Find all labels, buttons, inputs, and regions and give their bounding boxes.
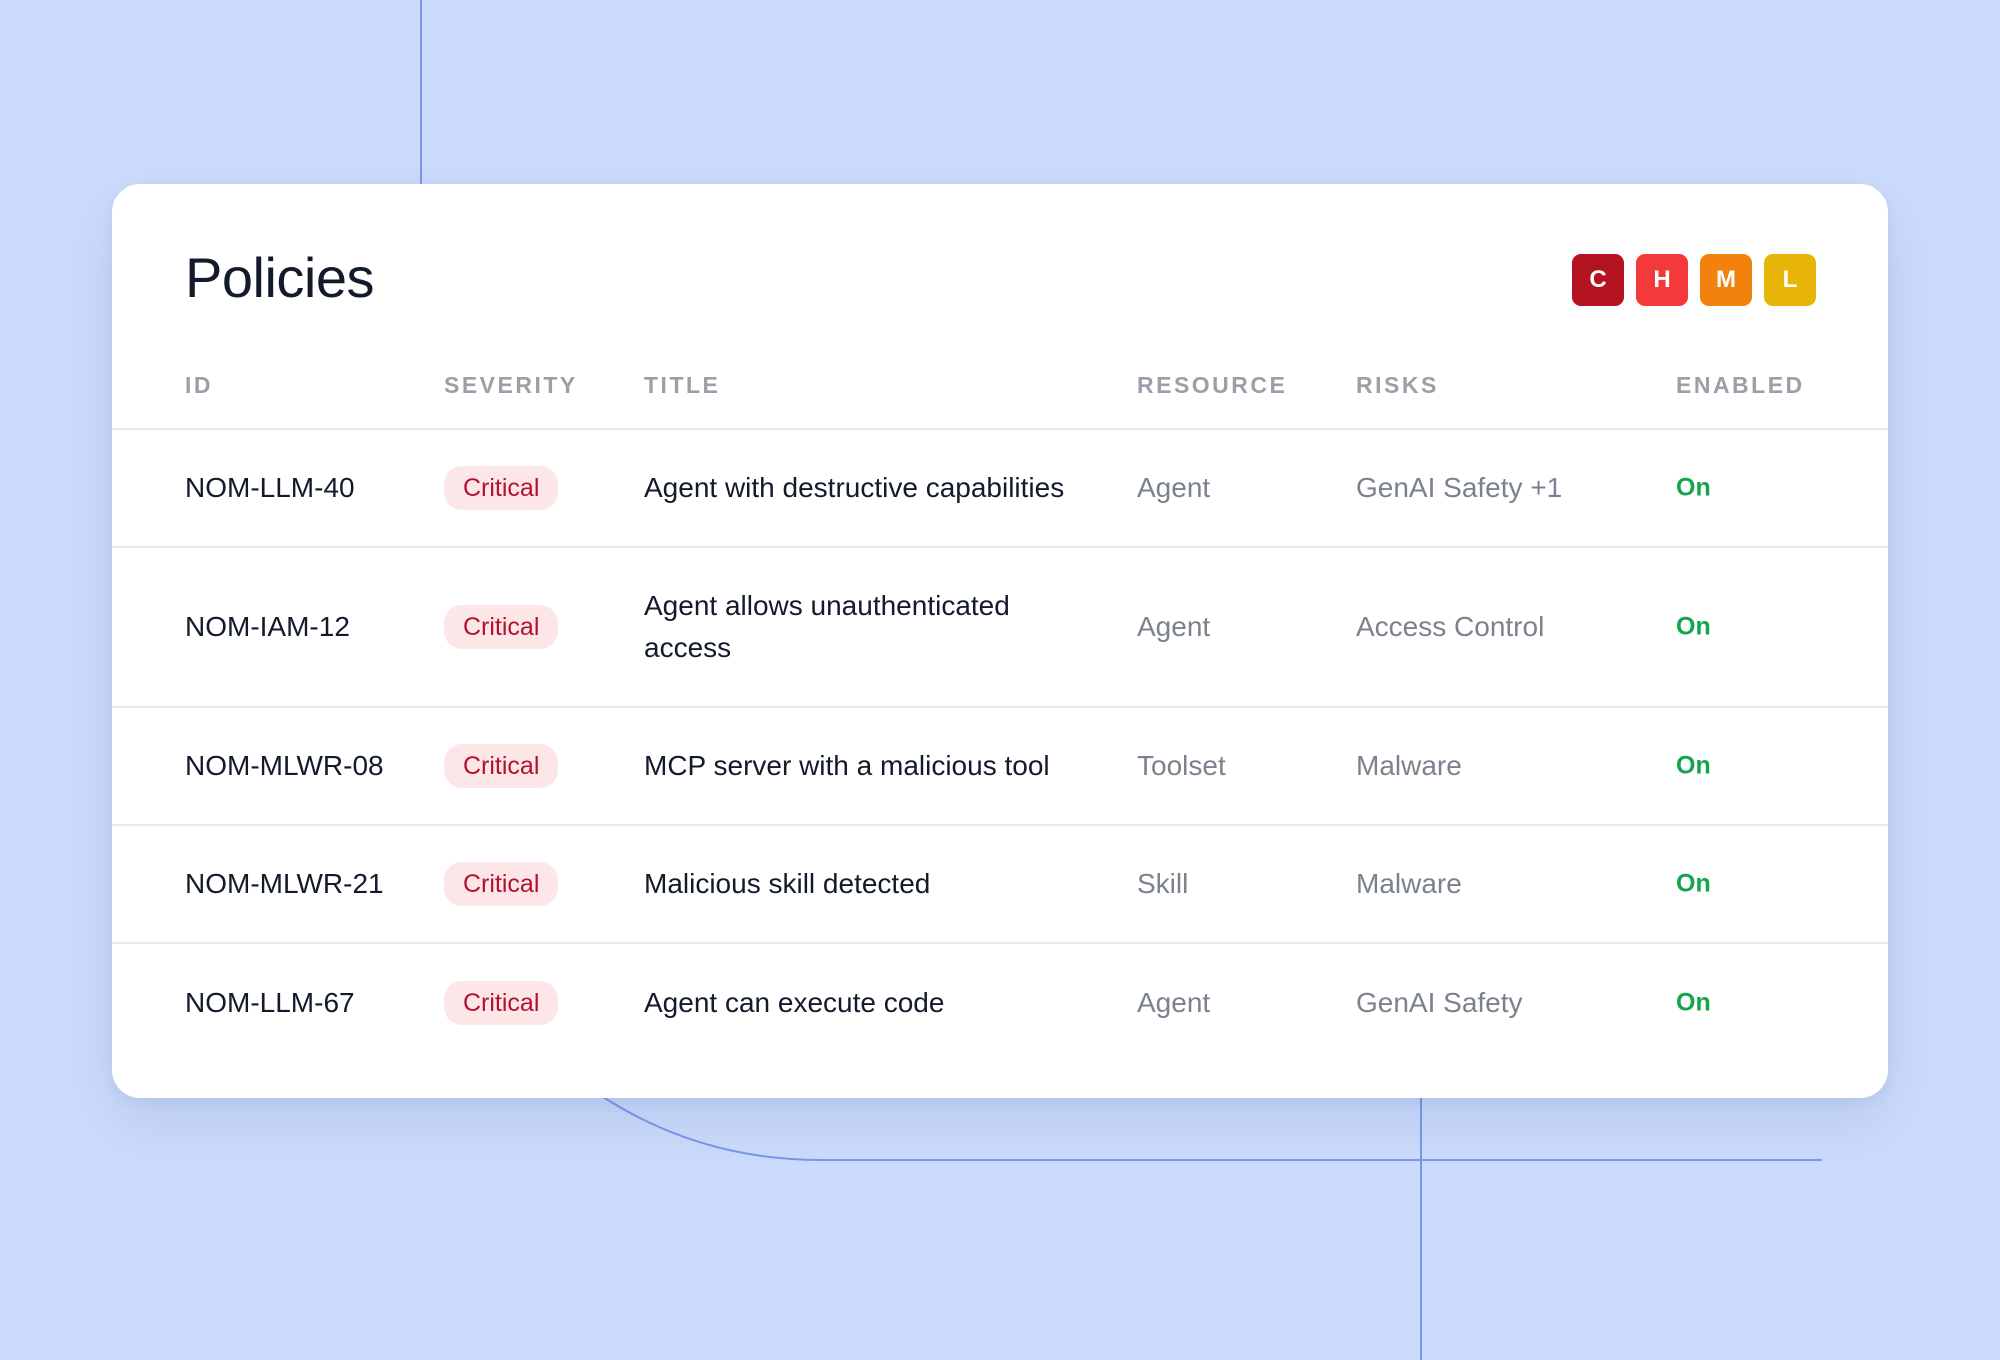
enabled-status: On bbox=[1676, 473, 1711, 502]
column-header-resource[interactable]: RESOURCE bbox=[1137, 374, 1287, 397]
policy-id: NOM-LLM-40 bbox=[185, 472, 355, 503]
resource-cell: Agent bbox=[1137, 987, 1211, 1018]
policy-title: Malicious skill detected bbox=[644, 868, 931, 899]
severity-badge: Critical bbox=[444, 862, 559, 906]
severity-high-chip[interactable]: H bbox=[1636, 254, 1688, 306]
severity-low-chip[interactable]: L bbox=[1764, 254, 1816, 306]
enabled-status: On bbox=[1676, 751, 1711, 780]
risks-cell: Access Control bbox=[1356, 611, 1545, 642]
policy-id: NOM-IAM-12 bbox=[185, 611, 350, 642]
column-header-title[interactable]: TITLE bbox=[644, 374, 1104, 397]
page-title: Policies bbox=[185, 246, 374, 309]
policy-title: Agent allows unauthenticated access bbox=[644, 590, 1010, 663]
policy-title: MCP server with a malicious tool bbox=[644, 750, 1050, 781]
resource-cell: Agent bbox=[1137, 472, 1211, 503]
severity-cell: Critical bbox=[444, 605, 559, 649]
enabled-status: On bbox=[1676, 988, 1711, 1017]
policy-title: Agent with destructive capabilities bbox=[644, 472, 1065, 503]
severity-filter: C H M L bbox=[1572, 254, 1816, 306]
severity-cell: Critical bbox=[444, 981, 559, 1025]
resource-cell: Toolset bbox=[1137, 750, 1226, 781]
severity-badge: Critical bbox=[444, 981, 559, 1025]
column-header-enabled[interactable]: ENABLED bbox=[1676, 374, 1805, 397]
policy-id: NOM-MLWR-08 bbox=[185, 750, 384, 781]
table-row[interactable]: NOM-MLWR-21 Critical Malicious skill det… bbox=[112, 826, 1888, 944]
enabled-status: On bbox=[1676, 612, 1711, 641]
column-header-id[interactable]: ID bbox=[185, 374, 213, 397]
risks-cell: GenAI Safety +1 bbox=[1356, 472, 1563, 503]
table-row[interactable]: NOM-LLM-67 Critical Agent can execute co… bbox=[112, 944, 1888, 1062]
severity-cell: Critical bbox=[444, 862, 559, 906]
severity-cell: Critical bbox=[444, 466, 559, 510]
resource-cell: Skill bbox=[1137, 868, 1189, 899]
policy-id: NOM-LLM-67 bbox=[185, 987, 355, 1018]
risks-cell: Malware bbox=[1356, 868, 1462, 899]
severity-cell: Critical bbox=[444, 744, 559, 788]
resource-cell: Agent bbox=[1137, 611, 1211, 642]
policies-card: Policies C H M L ID SEVERITY TITLE RESOU… bbox=[112, 184, 1888, 1098]
policy-id: NOM-MLWR-21 bbox=[185, 868, 384, 899]
severity-badge: Critical bbox=[444, 605, 559, 649]
column-header-severity[interactable]: SEVERITY bbox=[444, 374, 578, 397]
severity-badge: Critical bbox=[444, 744, 559, 788]
policy-title: Agent can execute code bbox=[644, 987, 945, 1018]
enabled-status: On bbox=[1676, 869, 1711, 898]
risks-cell: GenAI Safety bbox=[1356, 987, 1523, 1018]
severity-medium-chip[interactable]: M bbox=[1700, 254, 1752, 306]
column-header-risks[interactable]: RISKS bbox=[1356, 374, 1439, 397]
severity-badge: Critical bbox=[444, 466, 559, 510]
risks-cell: Malware bbox=[1356, 750, 1462, 781]
table-row[interactable]: NOM-LLM-40 Critical Agent with destructi… bbox=[112, 430, 1888, 548]
table-row[interactable]: NOM-IAM-12 Critical Agent allows unauthe… bbox=[112, 548, 1888, 708]
table-row[interactable]: NOM-MLWR-08 Critical MCP server with a m… bbox=[112, 708, 1888, 826]
table-header: ID SEVERITY TITLE RESOURCE RISKS ENABLED bbox=[112, 374, 1888, 430]
severity-critical-chip[interactable]: C bbox=[1572, 254, 1624, 306]
